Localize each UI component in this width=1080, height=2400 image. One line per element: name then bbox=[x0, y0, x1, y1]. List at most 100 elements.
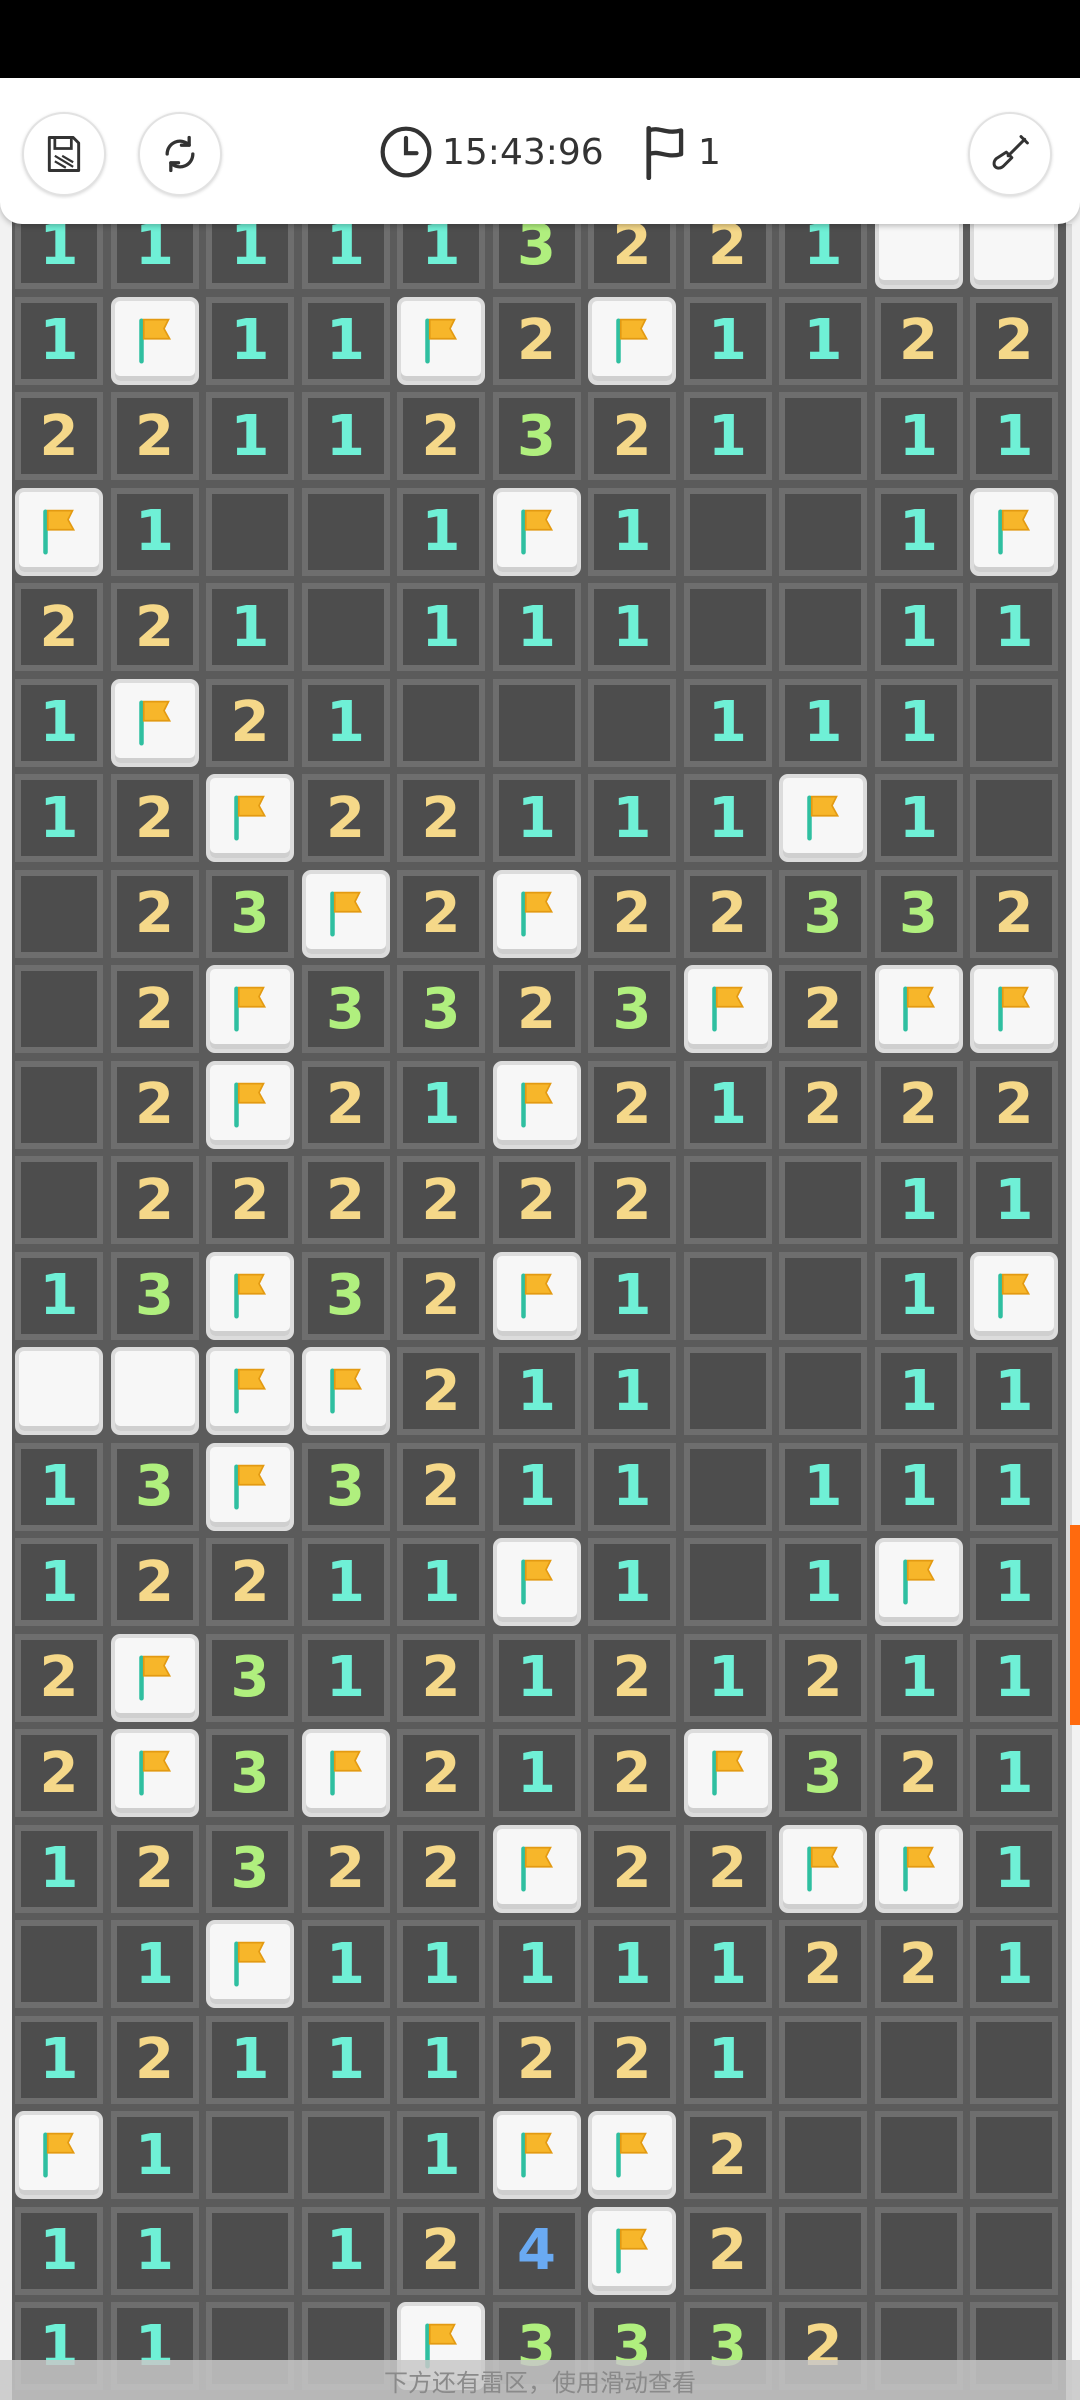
number-cell[interactable]: 1 bbox=[588, 487, 676, 576]
number-cell[interactable]: 1 bbox=[874, 1347, 963, 1435]
number-cell[interactable]: 1 bbox=[15, 678, 103, 767]
number-cell[interactable]: 1 bbox=[874, 1156, 963, 1244]
flagged-cell[interactable] bbox=[970, 965, 1058, 1053]
number-cell[interactable]: 2 bbox=[588, 869, 676, 958]
number-cell[interactable]: 1 bbox=[683, 774, 772, 862]
number-cell[interactable]: 2 bbox=[492, 296, 581, 385]
number-cell[interactable]: 1 bbox=[779, 1538, 867, 1626]
empty-cell[interactable] bbox=[874, 2206, 963, 2295]
number-cell[interactable]: 2 bbox=[15, 392, 103, 480]
number-cell[interactable]: 1 bbox=[492, 1729, 581, 1817]
number-cell[interactable]: 1 bbox=[397, 2015, 485, 2104]
number-cell[interactable]: 3 bbox=[301, 1251, 390, 1340]
number-cell[interactable]: 1 bbox=[683, 392, 772, 480]
flagged-cell[interactable] bbox=[874, 1538, 963, 1626]
number-cell[interactable]: 2 bbox=[588, 392, 676, 480]
empty-cell[interactable] bbox=[970, 774, 1058, 862]
number-cell[interactable]: 2 bbox=[110, 965, 199, 1053]
number-cell[interactable]: 1 bbox=[779, 1442, 867, 1531]
number-cell[interactable]: 1 bbox=[492, 1347, 581, 1435]
number-cell[interactable]: 2 bbox=[397, 1729, 485, 1817]
flagged-cell[interactable] bbox=[492, 1824, 581, 1913]
number-cell[interactable]: 2 bbox=[15, 583, 103, 671]
number-cell[interactable]: 1 bbox=[683, 1060, 772, 1149]
number-cell[interactable]: 1 bbox=[970, 1156, 1058, 1244]
number-cell[interactable]: 1 bbox=[970, 1633, 1058, 1722]
number-cell[interactable]: 2 bbox=[588, 1633, 676, 1722]
number-cell[interactable]: 1 bbox=[206, 2015, 294, 2104]
number-cell[interactable]: 1 bbox=[970, 1442, 1058, 1531]
covered-cell[interactable] bbox=[15, 1347, 103, 1435]
empty-cell[interactable] bbox=[683, 1251, 772, 1340]
empty-cell[interactable] bbox=[779, 1347, 867, 1435]
number-cell[interactable]: 2 bbox=[683, 2206, 772, 2295]
number-cell[interactable]: 2 bbox=[970, 296, 1058, 385]
number-cell[interactable]: 1 bbox=[874, 487, 963, 576]
number-cell[interactable]: 2 bbox=[970, 1060, 1058, 1149]
number-cell[interactable]: 1 bbox=[492, 1442, 581, 1531]
number-cell[interactable]: 2 bbox=[301, 774, 390, 862]
empty-cell[interactable] bbox=[970, 2111, 1058, 2199]
number-cell[interactable]: 3 bbox=[206, 1633, 294, 1722]
number-cell[interactable]: 2 bbox=[110, 1824, 199, 1913]
number-cell[interactable]: 2 bbox=[779, 1920, 867, 2008]
number-cell[interactable]: 1 bbox=[588, 1251, 676, 1340]
number-cell[interactable]: 2 bbox=[110, 2015, 199, 2104]
number-cell[interactable]: 1 bbox=[588, 1538, 676, 1626]
empty-cell[interactable] bbox=[301, 583, 390, 671]
number-cell[interactable]: 2 bbox=[110, 583, 199, 671]
number-cell[interactable]: 2 bbox=[397, 392, 485, 480]
number-cell[interactable]: 2 bbox=[492, 2015, 581, 2104]
number-cell[interactable]: 2 bbox=[683, 2111, 772, 2199]
number-cell[interactable]: 1 bbox=[206, 583, 294, 671]
number-cell[interactable]: 2 bbox=[874, 1729, 963, 1817]
number-cell[interactable]: 1 bbox=[588, 1920, 676, 2008]
flagged-cell[interactable] bbox=[206, 774, 294, 862]
empty-cell[interactable] bbox=[15, 965, 103, 1053]
number-cell[interactable]: 2 bbox=[397, 774, 485, 862]
number-cell[interactable]: 2 bbox=[779, 1633, 867, 1722]
number-cell[interactable]: 3 bbox=[110, 1442, 199, 1531]
number-cell[interactable]: 1 bbox=[683, 296, 772, 385]
flagged-cell[interactable] bbox=[683, 1729, 772, 1817]
empty-cell[interactable] bbox=[683, 583, 772, 671]
empty-cell[interactable] bbox=[683, 487, 772, 576]
number-cell[interactable]: 1 bbox=[683, 1920, 772, 2008]
number-cell[interactable]: 3 bbox=[110, 1251, 199, 1340]
number-cell[interactable]: 1 bbox=[492, 774, 581, 862]
number-cell[interactable]: 1 bbox=[110, 1920, 199, 2008]
empty-cell[interactable] bbox=[779, 2206, 867, 2295]
flagged-cell[interactable] bbox=[779, 1824, 867, 1913]
empty-cell[interactable] bbox=[15, 1156, 103, 1244]
number-cell[interactable]: 2 bbox=[588, 1729, 676, 1817]
empty-cell[interactable] bbox=[588, 678, 676, 767]
flagged-cell[interactable] bbox=[206, 1442, 294, 1531]
number-cell[interactable]: 3 bbox=[206, 1729, 294, 1817]
number-cell[interactable]: 3 bbox=[397, 965, 485, 1053]
number-cell[interactable]: 1 bbox=[301, 1920, 390, 2008]
number-cell[interactable]: 2 bbox=[779, 1060, 867, 1149]
empty-cell[interactable] bbox=[492, 678, 581, 767]
flagged-cell[interactable] bbox=[588, 296, 676, 385]
number-cell[interactable]: 2 bbox=[683, 1824, 772, 1913]
flagged-cell[interactable] bbox=[588, 2206, 676, 2295]
number-cell[interactable]: 2 bbox=[301, 1060, 390, 1149]
number-cell[interactable]: 2 bbox=[397, 1824, 485, 1913]
number-cell[interactable]: 1 bbox=[15, 774, 103, 862]
empty-cell[interactable] bbox=[301, 2111, 390, 2199]
number-cell[interactable]: 2 bbox=[492, 1156, 581, 1244]
number-cell[interactable]: 2 bbox=[492, 965, 581, 1053]
number-cell[interactable]: 2 bbox=[206, 678, 294, 767]
empty-cell[interactable] bbox=[683, 1538, 772, 1626]
flagged-cell[interactable] bbox=[15, 487, 103, 576]
empty-cell[interactable] bbox=[206, 2111, 294, 2199]
number-cell[interactable]: 1 bbox=[874, 1442, 963, 1531]
empty-cell[interactable] bbox=[15, 1060, 103, 1149]
number-cell[interactable]: 1 bbox=[970, 1347, 1058, 1435]
flagged-cell[interactable] bbox=[206, 965, 294, 1053]
number-cell[interactable]: 2 bbox=[206, 1538, 294, 1626]
empty-cell[interactable] bbox=[15, 1920, 103, 2008]
restart-button[interactable] bbox=[138, 112, 222, 196]
number-cell[interactable]: 1 bbox=[15, 296, 103, 385]
number-cell[interactable]: 1 bbox=[301, 2015, 390, 2104]
